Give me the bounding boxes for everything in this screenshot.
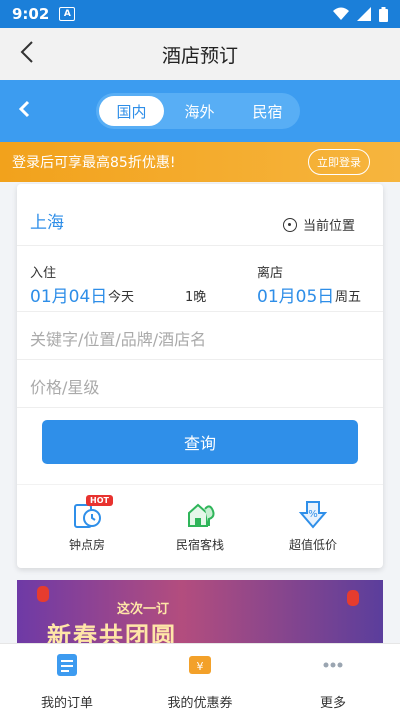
quick-link-hourly[interactable]: HOT 钟点房 bbox=[47, 495, 127, 553]
quick-link-label: 民宿客栈 bbox=[175, 538, 224, 552]
hourly-room-icon: HOT bbox=[72, 495, 113, 529]
nav-label: 我的优惠券 bbox=[167, 696, 233, 711]
checkin-date[interactable]: 01月04日 bbox=[30, 282, 107, 307]
login-now-button[interactable]: 立即登录 bbox=[308, 149, 370, 175]
price-star-input[interactable]: 价格/星级 bbox=[30, 374, 99, 398]
bottom-nav: 我的订单 ¥ 我的优惠券 更多 bbox=[0, 643, 400, 711]
nav-label: 我的订单 bbox=[40, 696, 93, 711]
status-bar: 9:02 A bbox=[0, 0, 400, 28]
quick-link-discount[interactable]: % 超值低价 bbox=[273, 499, 353, 553]
new-year-ad-banner[interactable]: 这次一订 新春共团圆 bbox=[17, 580, 383, 646]
date-row[interactable]: 入住 01月04日 今天 1晚 离店 01月05日 周五 bbox=[17, 246, 383, 312]
checkin-label: 入住 bbox=[30, 266, 57, 281]
lantern-decoration bbox=[347, 590, 359, 606]
quick-links: HOT 钟点房 民宿客栈 % 超值低价 bbox=[17, 484, 383, 568]
app-notification-icon: A bbox=[59, 7, 76, 21]
hotel-search-card: 上海 当前位置 入住 01月04日 今天 1晚 离店 01月05日 周五 关键字… bbox=[17, 184, 383, 568]
orders-icon bbox=[57, 654, 77, 676]
status-time: 9:02 bbox=[12, 5, 50, 23]
quick-link-homestay[interactable]: 民宿客栈 bbox=[160, 499, 240, 553]
promo-text: 登录后可享最高85折优惠! bbox=[12, 155, 176, 171]
tab-band: 国内 海外 民宿 bbox=[0, 80, 400, 142]
quick-link-label: 钟点房 bbox=[68, 538, 105, 552]
keyword-input[interactable]: 关键字/位置/品牌/酒店名 bbox=[30, 326, 206, 350]
banner-line1: 这次一订 bbox=[117, 602, 170, 617]
login-promo-banner: 登录后可享最高85折优惠! 立即登录 bbox=[0, 142, 400, 182]
hot-badge: HOT bbox=[86, 495, 113, 506]
discount-icon: % bbox=[298, 499, 328, 529]
tab-domestic[interactable]: 国内 bbox=[99, 96, 164, 126]
nav-my-orders[interactable]: 我的订单 bbox=[22, 652, 112, 711]
tab-overseas[interactable]: 海外 bbox=[167, 96, 232, 126]
search-button[interactable]: 查询 bbox=[42, 420, 358, 464]
current-location-button[interactable]: 当前位置 bbox=[282, 215, 355, 234]
price-row[interactable]: 价格/星级 bbox=[17, 360, 383, 408]
lantern-decoration bbox=[37, 586, 49, 602]
svg-text:¥: ¥ bbox=[197, 660, 204, 673]
nav-my-coupons[interactable]: ¥ 我的优惠券 bbox=[155, 652, 245, 711]
region-tabs: 国内 海外 民宿 bbox=[96, 93, 300, 129]
keyword-row[interactable]: 关键字/位置/品牌/酒店名 bbox=[17, 312, 383, 360]
more-icon bbox=[323, 662, 343, 668]
signal-icon bbox=[357, 7, 371, 21]
title-bar: 酒店预订 bbox=[0, 28, 400, 80]
checkout-day: 周五 bbox=[335, 290, 362, 305]
page-title: 酒店预订 bbox=[161, 44, 238, 67]
quick-link-label: 超值低价 bbox=[288, 538, 337, 552]
back-icon[interactable] bbox=[20, 40, 34, 64]
wifi-icon bbox=[333, 7, 349, 20]
status-icons bbox=[333, 6, 388, 22]
tab-homestay[interactable]: 民宿 bbox=[235, 96, 300, 126]
nav-more[interactable]: 更多 bbox=[288, 652, 378, 711]
current-location-label: 当前位置 bbox=[302, 219, 355, 234]
location-target-icon bbox=[282, 217, 297, 232]
svg-text:%: % bbox=[308, 509, 318, 520]
back-arrow-icon[interactable] bbox=[18, 100, 30, 118]
city-row[interactable]: 上海 当前位置 bbox=[17, 184, 383, 246]
banner-line2: 新春共团圆 bbox=[47, 622, 177, 646]
checkin-day: 今天 bbox=[108, 290, 135, 305]
homestay-icon bbox=[185, 499, 215, 529]
city-select[interactable]: 上海 bbox=[30, 208, 64, 233]
checkout-date[interactable]: 01月05日 bbox=[257, 282, 334, 307]
battery-icon bbox=[379, 6, 388, 22]
coupon-icon: ¥ bbox=[189, 656, 211, 674]
nights-count: 1晚 bbox=[185, 290, 207, 305]
nav-label: 更多 bbox=[319, 696, 346, 711]
checkout-label: 离店 bbox=[257, 266, 284, 281]
